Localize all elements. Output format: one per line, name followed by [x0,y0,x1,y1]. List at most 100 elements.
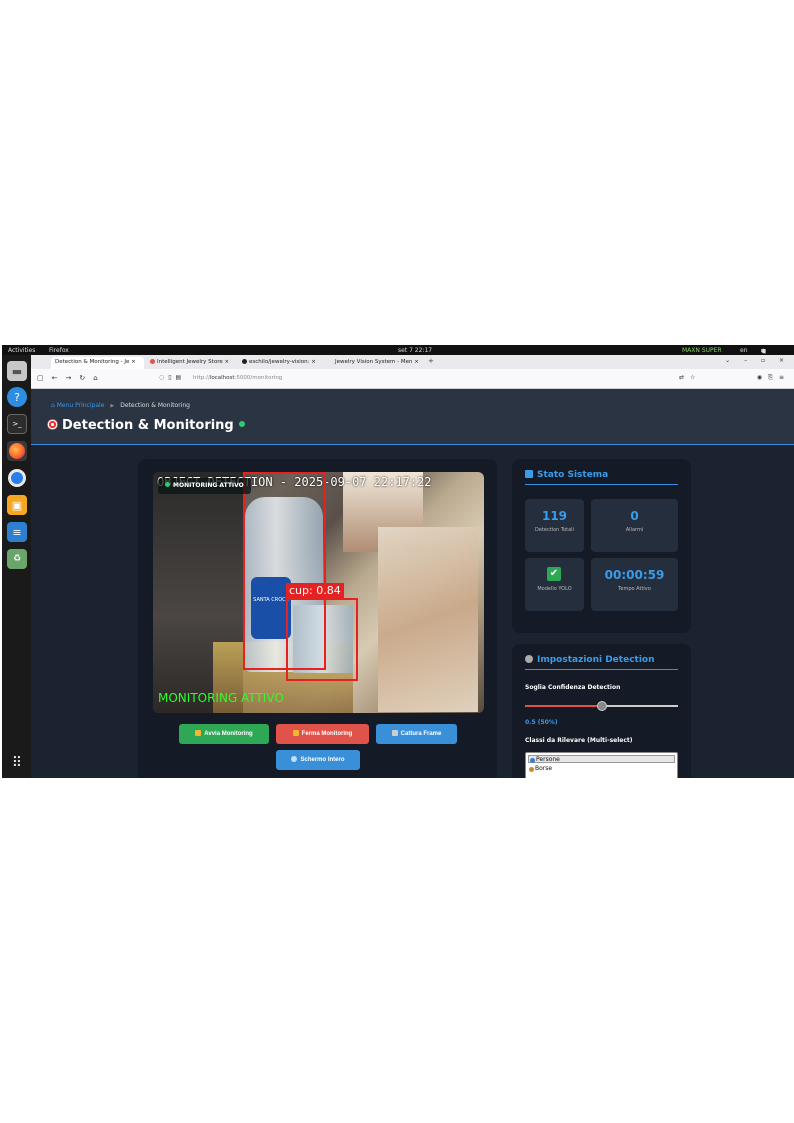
capture-frame-button[interactable]: Cattura Frame [376,724,457,744]
confidence-slider-fill [525,705,602,707]
desktop-screenshot: Activities Firefox set 7 22:17 MAXN SUPE… [2,345,794,778]
url-path: :5000/monitoring [234,375,283,381]
threshold-value: 0.5 (50%) [525,719,558,726]
browser-nav-bar: ▢←→↻⌂ ◌▯▤ http://localhost:5000/monitori… [31,369,794,389]
power-mode-indicator[interactable]: MAXN SUPER [682,347,722,354]
tab-detection-monitoring[interactable]: Detection & Monitoring - Je × [51,357,144,369]
confidence-slider-thumb[interactable] [596,701,607,711]
monitoring-status-badge: MONITORING ATTIVO [158,478,251,494]
stat-value: 00:00:59 [604,568,665,582]
show-apps-icon[interactable]: ⠿ [7,753,27,773]
stat-label: Allarmi [625,527,644,533]
classes-label: Classi da Rilevare (Multi-select) [525,737,633,744]
url-scheme: http:// [193,375,210,381]
chevron-right-icon: ▶ [110,403,115,409]
handbag-icon [529,767,534,772]
stop-icon [292,729,299,736]
url-security-icons[interactable]: ◌▯▤ [159,374,185,381]
writer-icon[interactable]: ≡ [7,522,27,542]
option-label: Persone [536,756,560,763]
software-store-icon[interactable]: ▣ [7,495,27,515]
firefox-icon[interactable] [7,441,27,461]
tab-jewelry-menu[interactable]: Jewelry Vision System - Men × [331,357,423,369]
panel-title: Stato Sistema [525,470,678,485]
activities-button[interactable]: Activities [8,347,35,354]
favicon-icon [150,359,155,364]
terminal-icon[interactable]: >_ [7,414,27,434]
dock: ▬ ? >_ ▣ ≡ ♻ ⠿ [2,355,31,778]
trash-icon[interactable]: ♻ [7,549,27,569]
button-label: Schermo Intero [300,757,345,763]
chart-icon [525,470,533,478]
class-option-persone[interactable]: Persone [528,755,675,763]
stop-monitoring-button[interactable]: Ferma Monitoring [276,724,369,744]
class-option-borse[interactable]: Borse [528,765,675,773]
panel-title-text: Impostazioni Detection [537,655,655,665]
new-tab-icon[interactable]: + [428,357,434,365]
camera-icon [391,729,398,736]
panel-title: Impostazioni Detection [525,655,678,670]
status-dot [165,482,170,487]
detection-label: cup: 0.84 [286,583,344,599]
check-icon: ✔ [547,567,561,581]
nav-buttons[interactable]: ▢←→↻⌂ [37,374,106,382]
threshold-label: Soglia Confidenza Detection [525,684,621,691]
url-bar[interactable]: http://localhost:5000/monitoring [193,375,282,381]
status-dot [238,421,245,427]
camera-feed[interactable]: SANTA CROCE OBJECT DETECTION - 2025-09-0… [153,472,484,713]
target-icon [47,419,58,430]
url-host: localhost [209,375,235,381]
tab-label: Intelligent Jewelry Store [157,359,223,365]
stat-value: 0 [630,509,639,523]
gnome-top-bar: Activities Firefox set 7 22:17 MAXN SUPE… [2,345,794,355]
breadcrumb-home[interactable]: ⌂ Menu Principale [51,402,104,409]
system-status-panel: Stato Sistema 119 Detection Totali 0 All… [512,459,691,633]
browser-tab-bar: ▢ Detection & Monitoring - Je × Intellig… [31,355,794,369]
page-title-text: Detection & Monitoring [62,418,234,433]
play-icon [195,729,202,736]
stat-uptime: 00:00:59 Tempo Attivo [591,558,678,611]
tab-label: Detection & Monitoring - Je [55,359,130,365]
video-panel: SANTA CROCE OBJECT DETECTION - 2025-09-0… [138,459,497,778]
button-label: Cattura Frame [400,731,442,737]
chromium-icon[interactable] [7,468,27,488]
start-monitoring-button[interactable]: Avvia Monitoring [179,724,269,744]
stat-label: Detection Totali [535,527,574,533]
breadcrumb: ⌂ Menu Principale ▶ Detection & Monitoring [51,402,190,409]
video-footer-overlay: MONITORING ATTIVO [158,691,284,705]
tab-jewelry-store[interactable]: Intelligent Jewelry Store × [146,357,233,369]
keyboard-layout[interactable]: en [740,347,748,354]
page-title: Detection & Monitoring [47,418,245,433]
breadcrumb-current: Detection & Monitoring [120,402,190,409]
clock[interactable]: set 7 22:17 [398,347,432,354]
option-label: Borse [535,765,553,772]
fullscreen-button[interactable]: Schermo Intero [276,750,360,770]
tab-label: Jewelry Vision System - Men [335,359,413,365]
gear-icon [525,655,533,663]
tab-github[interactable]: eschilo/jewelry-vision: × [238,357,328,369]
stat-value: 119 [541,509,568,523]
translate-bookmark-icons[interactable]: ⇄☆ [679,374,701,381]
classes-multiselect[interactable]: Persone Borse [525,752,678,778]
panel-title-text: Stato Sistema [537,470,609,480]
page-header: ⌂ Menu Principale ▶ Detection & Monitoring… [31,389,794,445]
detection-box [286,598,358,681]
stat-alarms: 0 Allarmi [591,499,678,552]
tab-label: eschilo/jewelry-vision: [249,359,310,365]
stat-detections: 119 Detection Totali [525,499,584,552]
web-page: ⌂ Menu Principale ▶ Detection & Monitoring… [31,389,794,778]
github-icon [242,359,247,364]
scene-jewelry-box [378,527,478,712]
breadcrumb-home-label: Menu Principale [56,402,105,409]
status-badge-label: MONITORING ATTIVO [173,482,244,489]
button-label: Avvia Monitoring [204,731,253,737]
window-controls[interactable]: ⌄ – ▫ × [725,357,790,364]
person-icon [530,758,535,763]
detection-settings-panel: Impostazioni Detection Soglia Confidenza… [512,644,691,778]
toolbar-extensions[interactable]: ◉⎘≡ [757,374,790,382]
help-icon[interactable]: ? [7,387,27,407]
button-label: Ferma Monitoring [301,731,353,737]
files-icon[interactable]: ▬ [7,361,27,381]
app-menu[interactable]: Firefox [49,347,69,354]
stat-label: Modello YOLO [537,586,572,592]
